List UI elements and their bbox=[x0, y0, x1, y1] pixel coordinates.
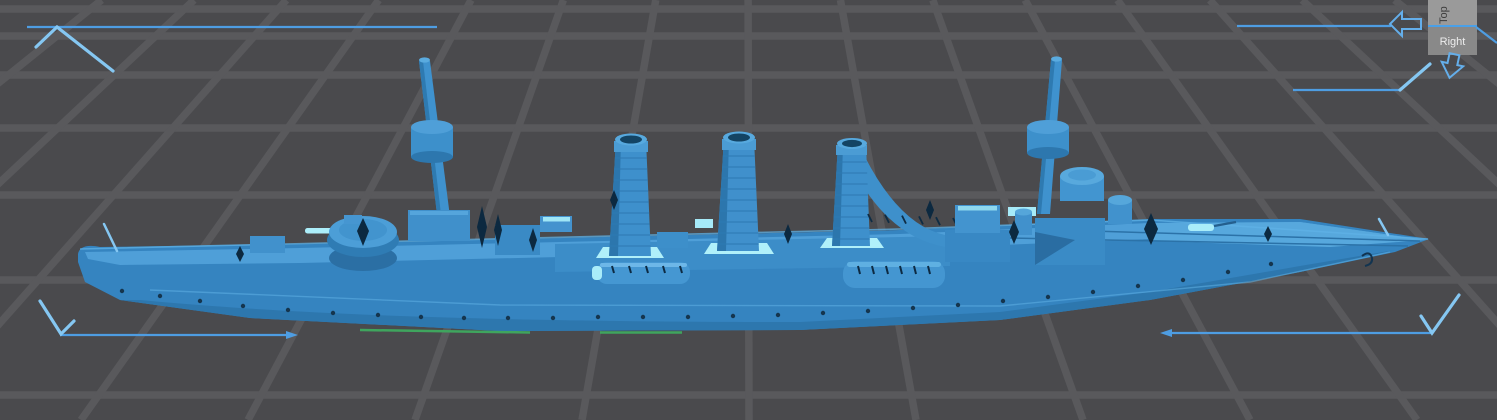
mast-collar bbox=[411, 120, 453, 163]
porthole bbox=[1268, 261, 1274, 267]
cube-face-top[interactable] bbox=[1428, 0, 1477, 26]
porthole bbox=[330, 310, 336, 316]
porthole bbox=[1135, 283, 1141, 289]
casing-skylight bbox=[543, 217, 570, 222]
casing-block bbox=[657, 232, 688, 248]
porthole bbox=[285, 307, 291, 313]
casing-skylight bbox=[695, 219, 713, 228]
porthole bbox=[1225, 269, 1231, 275]
porthole bbox=[119, 288, 125, 294]
porthole bbox=[1090, 289, 1096, 295]
deckhouse-top bbox=[410, 211, 468, 215]
porthole bbox=[910, 305, 916, 311]
porthole bbox=[955, 302, 961, 308]
porthole bbox=[775, 312, 781, 318]
cube-label-right: Right bbox=[1440, 36, 1466, 48]
porthole bbox=[1180, 277, 1186, 283]
mast-collar bbox=[1027, 120, 1069, 159]
porthole bbox=[240, 303, 246, 309]
porthole bbox=[1000, 298, 1006, 304]
porthole bbox=[595, 314, 601, 320]
porthole bbox=[418, 314, 424, 320]
porthole bbox=[865, 308, 871, 314]
pilothouse bbox=[1060, 167, 1104, 201]
ship-boat-2 bbox=[843, 261, 945, 288]
cube-label-top: Top bbox=[1438, 6, 1450, 24]
porthole bbox=[461, 315, 467, 321]
porthole bbox=[685, 314, 691, 320]
porthole bbox=[550, 315, 556, 321]
forward-vent bbox=[1108, 195, 1132, 224]
viewport-3d[interactable]: Right Top bbox=[0, 0, 1497, 420]
porthole bbox=[505, 315, 511, 321]
porthole bbox=[640, 314, 646, 320]
ship-boat-1 bbox=[592, 262, 690, 284]
porthole bbox=[730, 313, 736, 319]
porthole bbox=[375, 312, 381, 318]
porthole bbox=[1045, 294, 1051, 300]
stern-deckhouse bbox=[250, 236, 285, 253]
porthole bbox=[820, 310, 826, 316]
porthole bbox=[157, 293, 163, 299]
aft-gun-barbette bbox=[327, 215, 399, 271]
porthole bbox=[197, 298, 203, 304]
